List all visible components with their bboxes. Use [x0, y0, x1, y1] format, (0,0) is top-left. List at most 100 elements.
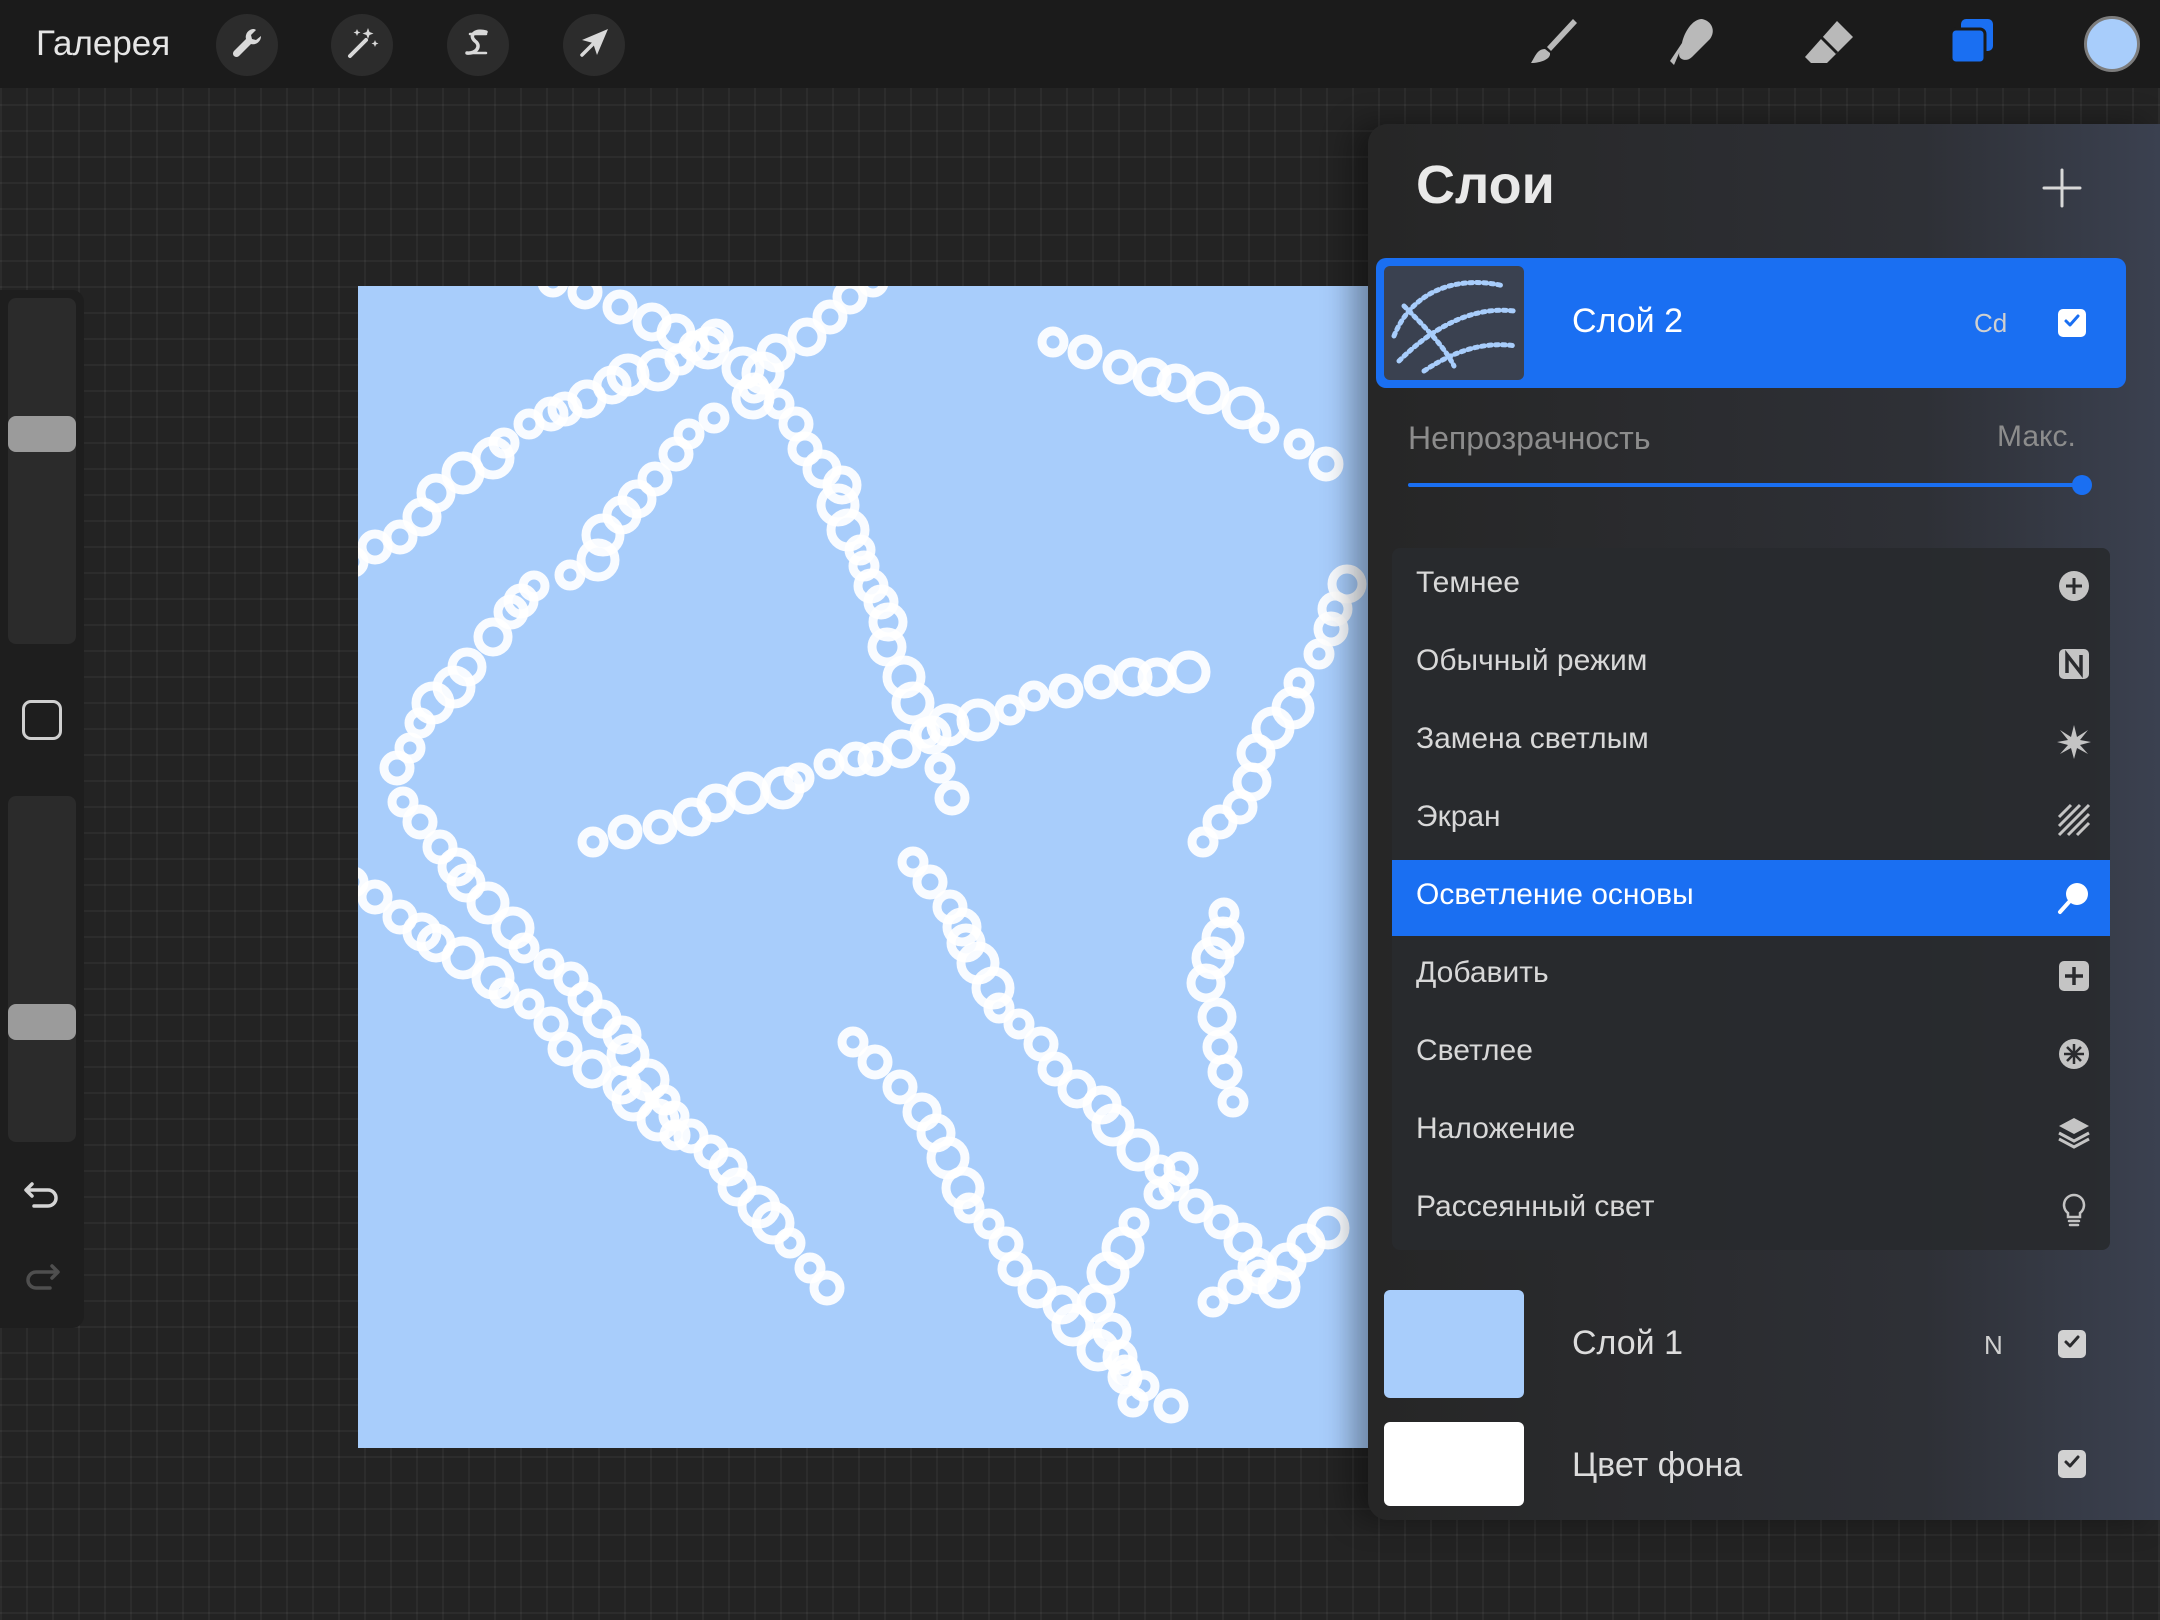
canvas-brush-dot — [658, 436, 694, 472]
drawing-canvas[interactable] — [358, 286, 1368, 1448]
redo-icon[interactable] — [20, 1252, 64, 1296]
canvas-brush-dot — [1048, 673, 1084, 709]
canvas-brush-dot — [1137, 657, 1177, 697]
canvas-brush-dot — [698, 402, 730, 434]
canvas-brush-dot — [602, 289, 638, 325]
blend-mode-label: Осветление основы — [1416, 878, 1694, 911]
layer-row-layer-2[interactable]: Слой 2 Cd — [1376, 258, 2126, 388]
hatched-square-icon — [2056, 802, 2092, 838]
color-picker-swatch[interactable] — [2084, 16, 2140, 72]
canvas-brush-dot — [1208, 897, 1240, 929]
canvas-brush-dot — [1202, 1029, 1238, 1065]
layer-visibility-checkbox[interactable] — [2058, 309, 2086, 337]
canvas-brush-dot — [642, 809, 678, 845]
opacity-label: Непрозрачность — [1408, 420, 1651, 456]
brush-size-slider[interactable] — [8, 298, 76, 644]
blend-mode-overlay[interactable]: Наложение — [1392, 1094, 2110, 1170]
wrench-icon — [227, 23, 267, 68]
blend-mode-screen[interactable]: Экран — [1392, 782, 2110, 858]
blend-mode-color-dodge[interactable]: Осветление основы — [1392, 860, 2110, 936]
canvas-brush-dot — [857, 1044, 893, 1080]
blend-mode-label: Светлее — [1416, 1034, 1533, 1067]
canvas-artwork — [358, 286, 1367, 1424]
canvas-brush-dot — [1153, 1388, 1189, 1424]
circle-plus-icon — [2056, 568, 2092, 604]
canvas-brush-dot — [726, 771, 770, 815]
opacity-slider-thumb[interactable] — [2072, 475, 2092, 495]
opacity-slider[interactable] — [1408, 475, 2092, 495]
checkmark-icon — [2061, 1331, 2083, 1358]
lightbulb-icon — [2056, 1192, 2092, 1228]
canvas-brush-dot — [1308, 446, 1344, 482]
blend-mode-label: Добавить — [1416, 956, 1549, 989]
layer-row-layer-1[interactable]: Слой 1 N — [1376, 1282, 2126, 1402]
canvas-brush-dot — [924, 752, 956, 784]
blend-mode-label: Темнее — [1416, 566, 1520, 599]
canvas-brush-dot — [404, 707, 436, 739]
layer-name: Слой 1 — [1572, 1324, 1684, 1362]
canvas-brush-dot — [572, 1049, 612, 1089]
layer-name: Цвет фона — [1572, 1446, 1743, 1484]
n-badge-icon — [2056, 646, 2092, 682]
canvas-brush-dot — [607, 814, 643, 850]
blend-mode-list: Темнее Обычный режим Замена светлым Экра… — [1392, 548, 2110, 1250]
starburst-icon — [2056, 724, 2092, 760]
brush-tool[interactable] — [1520, 12, 1584, 76]
canvas-brush-dot — [379, 750, 415, 786]
canvas-brush-dot — [1217, 1086, 1249, 1118]
canvas-brush-dot — [1163, 1151, 1199, 1187]
undo-icon[interactable] — [20, 1170, 64, 1214]
canvas-brush-dot — [1118, 1207, 1150, 1239]
canvas-brush-dot — [882, 729, 922, 769]
canvas-brush-dot — [1143, 1178, 1175, 1210]
canvas-brush-dot — [577, 826, 609, 858]
add-layer-button[interactable] — [2038, 164, 2086, 212]
brush-size-handle[interactable] — [8, 415, 76, 452]
blend-mode-normal[interactable]: Обычный режим — [1392, 626, 2110, 702]
canvas-brush-dot — [813, 748, 845, 780]
brush-opacity-slider[interactable] — [8, 796, 76, 1142]
gallery-button[interactable]: Галерея — [36, 20, 170, 68]
checkmark-icon — [2061, 310, 2083, 337]
transform-button[interactable] — [563, 14, 625, 76]
blend-mode-label: Экран — [1416, 800, 1501, 833]
brush-icon — [1523, 13, 1581, 76]
layer-row-background-color[interactable]: Цвет фона — [1376, 1414, 2126, 1514]
layer-name: Слой 2 — [1572, 302, 1684, 340]
blend-mode-lighten[interactable]: Замена светлым — [1392, 704, 2110, 780]
canvas-brush-dot — [696, 783, 736, 823]
canvas-brush-dot — [1156, 363, 1196, 403]
layer-visibility-checkbox[interactable] — [2058, 1330, 2086, 1358]
blend-mode-darken[interactable]: Темнее — [1392, 548, 2110, 624]
adjustments-button[interactable] — [331, 14, 393, 76]
checkmark-icon — [2061, 1451, 2083, 1478]
smudge-tool[interactable] — [1659, 12, 1723, 76]
eraser-icon — [1801, 13, 1859, 76]
canvas-brush-dot — [1003, 1008, 1035, 1040]
brush-opacity-handle[interactable] — [8, 1003, 76, 1040]
layer-blend-mode[interactable]: N — [1984, 1330, 2003, 1361]
canvas-brush-dot — [1303, 638, 1335, 670]
blend-mode-add[interactable]: Добавить — [1392, 938, 2110, 1014]
canvas-brush-dot — [787, 317, 827, 357]
canvas-brush-dot — [809, 1270, 845, 1306]
canvas-brush-dot — [882, 1069, 918, 1105]
modify-square-icon[interactable] — [22, 700, 62, 740]
layers-tool[interactable] — [1940, 12, 2004, 76]
layers-panel: Слои Слой 2 Cd Непрозрачность Макс. Темн… — [1368, 124, 2160, 1520]
canvas-brush-dot — [1018, 680, 1050, 712]
layer-visibility-checkbox[interactable] — [2058, 1450, 2086, 1478]
blend-mode-lighter-color[interactable]: Светлее — [1392, 1016, 2110, 1092]
selection-button[interactable] — [447, 14, 509, 76]
canvas-brush-dot — [1186, 371, 1230, 415]
opacity-value: Макс. — [1997, 420, 2076, 453]
blend-mode-soft-light[interactable]: Рассеянный свет — [1392, 1172, 2110, 1248]
layer-thumbnail — [1384, 1422, 1524, 1506]
layer-blend-mode[interactable]: Cd — [1974, 308, 2007, 339]
canvas-brush-dot — [1083, 664, 1119, 700]
canvas-brush-dot — [1251, 706, 1295, 750]
eraser-tool[interactable] — [1798, 12, 1862, 76]
color-dodge-icon — [2056, 880, 2092, 916]
actions-button[interactable] — [216, 14, 278, 76]
layers-icon — [1943, 13, 2001, 76]
